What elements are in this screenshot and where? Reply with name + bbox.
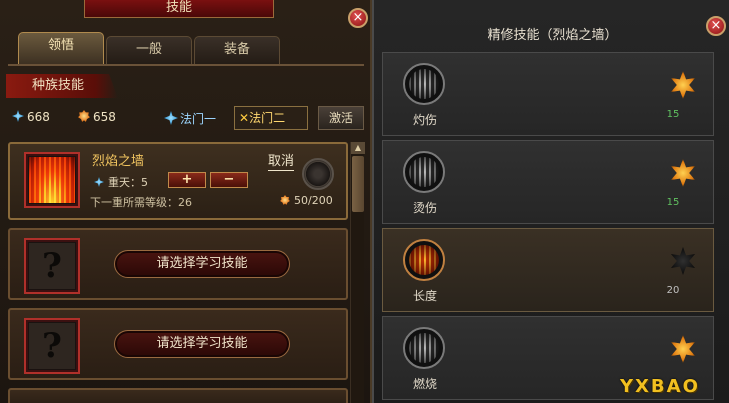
refine-header: 精修技能（烈焰之墙） — [374, 14, 729, 50]
scroll-up-arrow-icon[interactable]: ▲ — [351, 142, 365, 154]
choose-skill-button[interactable]: 请选择学习技能 — [114, 250, 290, 278]
orange-gem-icon — [280, 195, 290, 205]
blue-star-icon — [12, 110, 24, 122]
empty-skill-card: ? 请选择学习技能 — [8, 228, 348, 300]
next-level-requirement: 下一重所需等级：26 — [90, 196, 192, 209]
points-cost: 50/200 — [280, 194, 333, 207]
refine-row-scald[interactable]: 烫伤 15 — [382, 140, 714, 224]
tab-comprehend[interactable]: 领悟 — [18, 32, 104, 66]
activate-button[interactable]: 激活 — [318, 106, 364, 130]
dark-star-icon[interactable] — [670, 247, 696, 275]
school-two-button[interactable]: ✕法门二 — [234, 106, 308, 130]
blue-star-icon — [94, 177, 104, 187]
refine-name: 长度 — [412, 289, 437, 303]
blue-points: 668 — [12, 110, 50, 124]
race-skill-header: 种族技能 — [6, 74, 118, 98]
orange-gem-icon — [78, 110, 90, 122]
refine-name: 燃烧 — [412, 377, 437, 391]
refine-level: 15 — [666, 197, 680, 208]
skill-slot[interactable]: ? — [24, 318, 80, 374]
refine-name: 灼伤 — [412, 113, 437, 127]
flame-wall-icon — [29, 157, 75, 203]
school-one-button[interactable]: 法门一 — [164, 108, 216, 130]
skill-panel: 技能 × 领悟 一般 装备 种族技能 668 658 法门一 ✕法门二 激活 烈… — [0, 0, 372, 403]
question-mark-icon: ? — [29, 243, 75, 289]
snowflake-icon — [164, 111, 178, 125]
watermark-logo: YXBAO — [620, 376, 700, 397]
refine-row-scorch[interactable]: 灼伤 15 — [382, 52, 714, 136]
refine-level: 15 — [666, 109, 680, 120]
tab-general[interactable]: 一般 — [106, 36, 192, 64]
question-mark-icon: ? — [29, 323, 75, 369]
choose-skill-button[interactable]: 请选择学习技能 — [114, 330, 290, 358]
refine-level: 20 — [666, 285, 680, 296]
empty-skill-card: ? 请选择学习技能 — [8, 308, 348, 380]
fire-skill-icon — [403, 239, 445, 281]
tabs-divider — [8, 64, 364, 66]
stats-row: 668 658 法门一 ✕法门二 激活 — [12, 106, 364, 130]
orange-points: 658 — [78, 110, 116, 124]
smoke-skill-icon — [403, 327, 445, 369]
close-icon[interactable]: × — [348, 8, 368, 28]
tab-equipment[interactable]: 装备 — [194, 36, 280, 64]
orange-star-icon[interactable] — [670, 159, 696, 187]
refine-title: 精修技能（烈焰之墙） — [487, 28, 618, 43]
partial-skill-card — [8, 388, 348, 403]
cancel-link[interactable]: 取消 — [268, 150, 295, 171]
smoke-skill-icon — [403, 63, 445, 105]
level-down-button[interactable]: − — [210, 172, 248, 188]
smoke-skill-icon — [403, 151, 445, 193]
orange-star-icon[interactable] — [670, 71, 696, 99]
skill-level: 重天：5 — [94, 174, 148, 190]
orange-star-icon[interactable] — [670, 335, 696, 363]
close-icon[interactable]: × — [706, 16, 726, 36]
scrollbar[interactable]: ▲ — [350, 142, 365, 403]
level-up-button[interactable]: + — [168, 172, 206, 188]
crossed-blades-icon: ✕ — [239, 111, 250, 125]
refine-row-length[interactable]: 长度 20 — [382, 228, 714, 312]
scroll-thumb[interactable] — [352, 156, 364, 212]
skill-disc-icon[interactable] — [302, 158, 334, 190]
skill-slot[interactable]: ? — [24, 238, 80, 294]
skill-slot[interactable] — [24, 152, 80, 208]
panel-title: 技能 — [84, 0, 274, 18]
refine-name: 烫伤 — [412, 201, 437, 215]
skill-name: 烈焰之墙 — [92, 154, 145, 169]
active-skill-card[interactable]: 烈焰之墙 取消 重天：5 + − 下一重所需等级：26 50/200 — [8, 142, 348, 220]
refine-panel: 精修技能（烈焰之墙） × 灼伤 15 烫伤 15 长度 20 燃烧 — [372, 0, 729, 403]
